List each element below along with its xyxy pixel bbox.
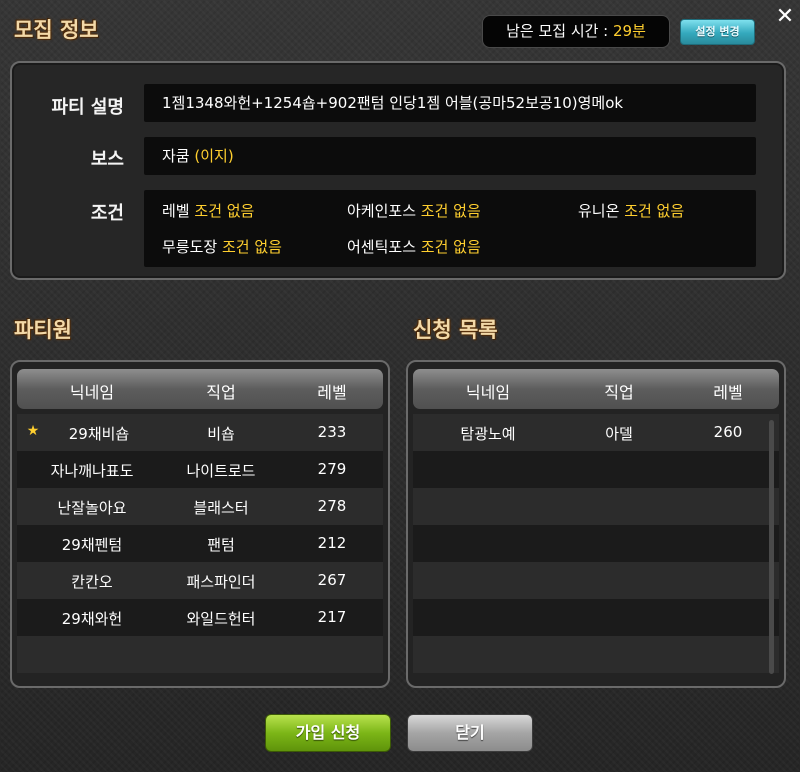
applicant-row[interactable]: 탐광노예 아델 260 (413, 414, 779, 451)
condition-value: 조건 없음 (420, 202, 481, 220)
change-settings-button[interactable]: 설정 변경 (680, 19, 755, 45)
condition-authentic-force: 어센틱포스 조건 없음 (347, 236, 481, 257)
column-nickname: 닉네임 (465, 383, 511, 402)
party-info-panel: 파티 설명 1젬1348와헌+1254숍+902팬텀 인당1젬 어블(공마52보… (10, 61, 786, 280)
condition-name: 어센틱포스 (347, 238, 417, 256)
condition-arcane-force: 아케인포스 조건 없음 (347, 200, 481, 221)
applicant-empty-row (413, 525, 779, 562)
party-member-row[interactable]: 29채와헌 와일드헌터 217 (17, 599, 383, 636)
member-level: 267 (317, 571, 347, 589)
party-member-row[interactable]: 칸칸오 패스파인더 267 (17, 562, 383, 599)
member-nickname: 29채와헌 (61, 610, 123, 628)
condition-value: 조건 없음 (194, 202, 255, 220)
member-nickname: 29채비숍 (68, 425, 130, 443)
member-job: 나이트로드 (186, 462, 256, 480)
member-level: 279 (317, 460, 347, 478)
applicant-empty-row (413, 599, 779, 636)
remaining-time-value: 29분 (613, 22, 646, 40)
party-table-header: 닉네임 직업 레벨 (17, 369, 383, 409)
condition-value: 조건 없음 (624, 202, 685, 220)
conditions-label: 조건 (90, 203, 124, 224)
member-job: 블래스터 (193, 499, 249, 517)
party-description: 1젬1348와헌+1254숍+902팬텀 인당1젬 어블(공마52보공10)영메… (144, 84, 756, 122)
party-member-row[interactable]: 29채펜텀 팬텀 212 (17, 525, 383, 562)
member-job: 패스파인더 (186, 573, 256, 591)
member-job: 팬텀 (207, 536, 235, 554)
remaining-time-label: 남은 모집 시간 : (506, 22, 614, 40)
condition-name: 무릉도장 (162, 238, 218, 256)
applicant-level: 260 (713, 423, 743, 441)
member-nickname: 난잘놀아요 (57, 499, 127, 517)
close-button[interactable]: 닫기 (407, 714, 533, 752)
member-nickname: 자나깨나표도 (50, 462, 134, 480)
star-icon: ★ (26, 423, 40, 439)
recruit-info-window: 모집 정보 남은 모집 시간 : 29분 설정 변경 ✕ 파티 설명 1젬134… (0, 0, 800, 772)
conditions-box: 레벨 조건 없음 아케인포스 조건 없음 유니온 조건 없음 무릉도장 조건 없… (144, 190, 756, 267)
boss-name: 자쿰 (162, 147, 190, 165)
party-member-row[interactable]: ★ 29채비숍 비숍 233 (17, 414, 383, 451)
applicant-empty-row (413, 488, 779, 525)
applicants-panel: 닉네임 직업 레벨 탐광노예 아델 260 (406, 360, 786, 688)
remaining-time-display: 남은 모집 시간 : 29분 (482, 15, 670, 48)
party-member-row[interactable]: 자나깨나표도 나이트로드 279 (17, 451, 383, 488)
condition-name: 아케인포스 (347, 202, 417, 220)
condition-value: 조건 없음 (221, 238, 282, 256)
applicant-job: 아델 (605, 425, 633, 443)
column-level: 레벨 (317, 383, 347, 402)
description-label: 파티 설명 (51, 97, 124, 118)
member-nickname: 29채펜텀 (61, 536, 123, 554)
member-level: 217 (317, 608, 347, 626)
applicant-nickname: 탐광노예 (460, 425, 516, 443)
column-job: 직업 (206, 383, 236, 402)
member-level: 278 (317, 497, 347, 515)
party-member-row[interactable]: 난잘놀아요 블래스터 278 (17, 488, 383, 525)
applicant-empty-row (413, 451, 779, 488)
boss-difficulty: (이지) (194, 147, 234, 165)
close-icon[interactable]: ✕ (774, 6, 796, 28)
boss-label: 보스 (90, 149, 124, 170)
member-nickname: 칸칸오 (71, 573, 113, 591)
column-nickname: 닉네임 (69, 383, 115, 402)
condition-level: 레벨 조건 없음 (162, 200, 254, 221)
applicants-scrollbar[interactable] (769, 420, 774, 674)
applicant-empty-row (413, 636, 779, 673)
boss-box: 자쿰 (이지) (144, 137, 756, 175)
window-title: 모집 정보 (14, 18, 99, 42)
party-members-title: 파티원 (14, 318, 72, 342)
member-level: 233 (317, 423, 347, 441)
column-level: 레벨 (713, 383, 743, 402)
member-job: 비숍 (207, 425, 235, 443)
condition-name: 유니온 (578, 202, 620, 220)
condition-value: 조건 없음 (420, 238, 481, 256)
party-empty-row (17, 636, 383, 673)
column-job: 직업 (604, 383, 634, 402)
condition-mu-lung: 무릉도장 조건 없음 (162, 236, 282, 257)
party-members-panel: 닉네임 직업 레벨 ★ 29채비숍 비숍 233 자나깨나표도 나이트로드 27… (10, 360, 390, 688)
condition-name: 레벨 (162, 202, 190, 220)
member-level: 212 (317, 534, 347, 552)
join-request-button[interactable]: 가입 신청 (265, 714, 391, 752)
applicants-title: 신청 목록 (413, 318, 498, 342)
applicant-empty-row (413, 562, 779, 599)
condition-union: 유니온 조건 없음 (578, 200, 684, 221)
member-job: 와일드헌터 (186, 610, 256, 628)
applicants-table-header: 닉네임 직업 레벨 (413, 369, 779, 409)
